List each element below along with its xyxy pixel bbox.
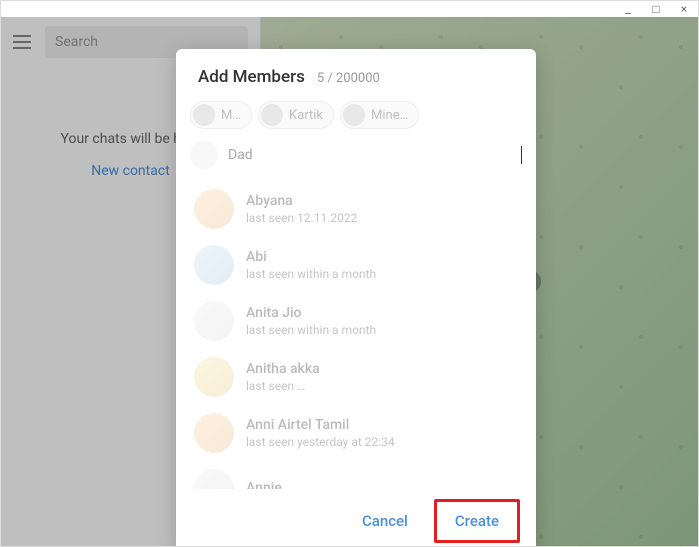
contact-item[interactable]: Anitha akka last seen … [176, 349, 536, 405]
avatar [190, 141, 218, 169]
selected-chips-row: M… Kartik Mine… [176, 97, 536, 137]
avatar [261, 104, 283, 126]
contact-item[interactable]: Anni Airtel Tamil last seen yesterday at … [176, 405, 536, 461]
contact-name: Anni Airtel Tamil [246, 417, 395, 433]
contact-name: Anitha akka [246, 361, 320, 377]
member-count: 5 / 200000 [317, 71, 380, 86]
create-button[interactable]: Create [437, 502, 517, 540]
avatar [194, 301, 234, 341]
contact-list[interactable]: Abyana last seen 12.11.2022 Abi last seen … [176, 177, 536, 489]
contact-status: last seen 12.11.2022 [246, 211, 357, 225]
contact-name: Abyana [246, 193, 357, 209]
member-chip[interactable]: Kartik [258, 101, 334, 129]
avatar [194, 413, 234, 453]
close-icon[interactable]: × [678, 3, 690, 15]
tutorial-highlight: Create [434, 499, 520, 543]
chip-label: Kartik [289, 108, 323, 123]
member-search-input[interactable]: Dad [226, 143, 513, 167]
avatar [194, 357, 234, 397]
contact-status: last seen within a month [246, 323, 376, 337]
chip-label: Mine… [371, 108, 408, 123]
contact-item[interactable]: Anita Jio last seen within a month [176, 293, 536, 349]
contact-status: last seen yesterday at 22:34 [246, 435, 395, 449]
avatar [194, 245, 234, 285]
member-chip[interactable]: Mine… [340, 101, 419, 129]
contact-status: last seen within a month [246, 267, 376, 281]
maximize-icon[interactable]: □ [650, 3, 662, 15]
add-members-modal: Add Members 5 / 200000 M… Kartik Mine… D… [176, 49, 536, 546]
contact-item[interactable]: Abyana last seen 12.11.2022 [176, 181, 536, 237]
contact-name: Abi [246, 249, 376, 265]
contact-status: last seen … [246, 379, 320, 393]
text-cursor [521, 146, 522, 164]
cancel-button[interactable]: Cancel [344, 499, 426, 543]
avatar [194, 469, 234, 489]
chip-label: M… [221, 108, 241, 123]
contact-item[interactable]: Abi last seen within a month [176, 237, 536, 293]
member-chip[interactable]: M… [190, 101, 252, 129]
avatar [194, 189, 234, 229]
contact-name: Anita Jio [246, 305, 376, 321]
contact-item[interactable]: Annie [176, 461, 536, 489]
titlebar: _ □ × [1, 1, 698, 17]
contact-name: Annie [246, 480, 282, 489]
avatar [193, 104, 215, 126]
minimize-icon[interactable]: _ [622, 3, 634, 15]
app-window: _ □ × Search Your chats will be here New… [0, 0, 699, 547]
modal-title: Add Members [198, 67, 305, 87]
avatar [343, 104, 365, 126]
